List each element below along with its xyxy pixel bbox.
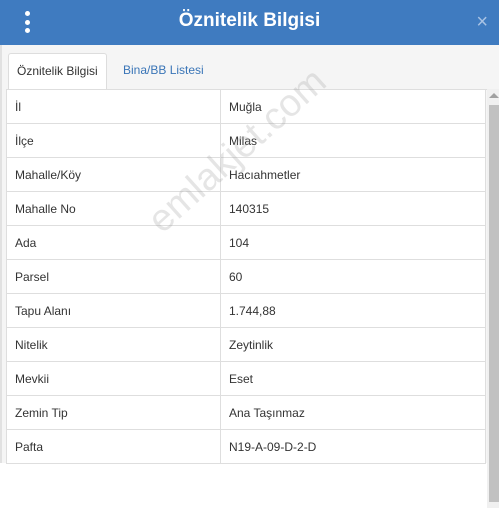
- scroll-thumb[interactable]: [489, 105, 499, 502]
- table-row: İl Muğla: [6, 89, 486, 124]
- attribute-key: Tapu Alanı: [6, 293, 221, 328]
- attribute-key: Mahalle No: [6, 191, 221, 226]
- attribute-value: 140315: [220, 191, 486, 226]
- table-row: Mevkii Eset: [6, 361, 486, 396]
- attribute-key: Pafta: [6, 429, 221, 464]
- attribute-value: 1.744,88: [220, 293, 486, 328]
- table-row: Zemin Tip Ana Taşınmaz: [6, 395, 486, 430]
- attribute-value: N19-A-09-D-2-D: [220, 429, 486, 464]
- attribute-value: Ana Taşınmaz: [220, 395, 486, 430]
- attribute-value: Eset: [220, 361, 486, 396]
- tab-building-list[interactable]: Bina/BB Listesi: [115, 53, 212, 88]
- attribute-key: İlçe: [6, 123, 221, 158]
- vertical-scrollbar[interactable]: [487, 89, 499, 508]
- attribute-value: Milas: [220, 123, 486, 158]
- table-row: Nitelik Zeytinlik: [6, 327, 486, 362]
- dialog-body: Öznitelik Bilgisi Bina/BB Listesi İl Muğl…: [0, 45, 499, 508]
- attribute-value: 60: [220, 259, 486, 294]
- table-row: Parsel 60: [6, 259, 486, 294]
- attribute-key: İl: [6, 89, 221, 124]
- table-row: Mahalle/Köy Hacıahmetler: [6, 157, 486, 192]
- table-row: Ada 104: [6, 225, 486, 260]
- dialog-title: Öznitelik Bilgisi: [178, 10, 321, 31]
- attribute-value: Muğla: [220, 89, 486, 124]
- attribute-key: Zemin Tip: [6, 395, 221, 430]
- dialog-header: Öznitelik Bilgisi ×: [0, 0, 499, 45]
- table-row: Tapu Alanı 1.744,88: [6, 293, 486, 328]
- attribute-key: Nitelik: [6, 327, 221, 362]
- table-row: İlçe Milas: [6, 123, 486, 158]
- tab-attributes[interactable]: Öznitelik Bilgisi: [8, 53, 107, 91]
- attribute-table: İl Muğla İlçe Milas Mahalle/Köy Hacıahmetler M…: [6, 89, 486, 464]
- attribute-value: 104: [220, 225, 486, 260]
- attribute-value: Hacıahmetler: [220, 157, 486, 192]
- scroll-up-arrow-icon[interactable]: [489, 93, 499, 98]
- attribute-value: Zeytinlik: [220, 327, 486, 362]
- tab-bar: Öznitelik Bilgisi Bina/BB Listesi: [8, 53, 487, 91]
- close-icon[interactable]: ×: [476, 10, 488, 34]
- attribute-key: Mevkii: [6, 361, 221, 396]
- table-row: Mahalle No 140315: [6, 191, 486, 226]
- attribute-key: Ada: [6, 225, 221, 260]
- table-row: Pafta N19-A-09-D-2-D: [6, 429, 486, 464]
- attribute-key: Mahalle/Köy: [6, 157, 221, 192]
- attribute-key: Parsel: [6, 259, 221, 294]
